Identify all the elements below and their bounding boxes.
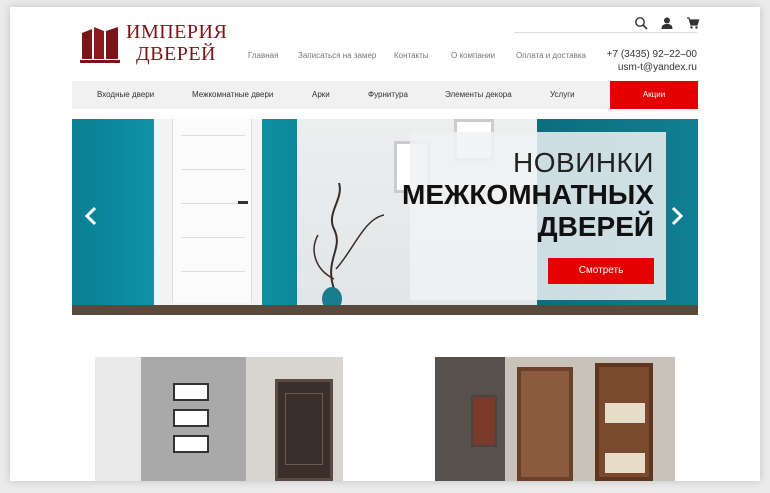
menu-item-hardware[interactable]: Фурнитура xyxy=(368,81,408,109)
door-handle xyxy=(238,201,248,204)
menu-item-arches[interactable]: Арки xyxy=(312,81,330,109)
nav-about[interactable]: О компании xyxy=(451,51,495,60)
site-logo[interactable]: ИМПЕРИЯ ДВЕРЕЙ xyxy=(80,21,230,69)
hero-heading-line-3: ДВЕРЕЙ xyxy=(537,211,654,242)
logo-line-1: ИМПЕРИЯ xyxy=(126,21,228,43)
menu-item-interior-doors[interactable]: Межкомнатные двери xyxy=(192,81,273,109)
cart-icon[interactable] xyxy=(686,16,700,30)
logo-line-2: ДВЕРЕЙ xyxy=(136,43,216,65)
nav-payment-delivery[interactable]: Оплата и доставка xyxy=(516,51,586,60)
category-card-entrance-doors[interactable] xyxy=(95,357,343,481)
slider-prev-arrow-icon[interactable] xyxy=(84,205,98,227)
hero-floor xyxy=(72,305,698,315)
nav-contacts[interactable]: Контакты xyxy=(394,51,429,60)
slider-next-arrow-icon[interactable] xyxy=(670,205,684,227)
logo-mark-icon xyxy=(80,27,120,63)
category-card-interior-doors[interactable] xyxy=(435,357,675,481)
hero-cta-button[interactable]: Смотреть xyxy=(548,258,654,284)
menu-item-entrance-doors[interactable]: Входные двери xyxy=(97,81,154,109)
email-address[interactable]: usm-t@yandex.ru xyxy=(607,61,697,74)
hero-heading-line-2: МЕЖКОМНАТНЫХ xyxy=(402,179,654,210)
hero-slider: НОВИНКИ МЕЖКОМНАТНЫХ ДВЕРЕЙ Смотреть xyxy=(72,119,698,315)
phone-number[interactable]: +7 (3435) 92–22–00 xyxy=(607,48,697,61)
hero-door-image xyxy=(172,119,252,303)
hero-heading-line-1: НОВИНКИ xyxy=(513,147,654,178)
interior-door-image-1 xyxy=(517,367,573,481)
search-icon[interactable] xyxy=(634,16,648,30)
menu-item-services[interactable]: Услуги xyxy=(550,81,575,109)
user-icon[interactable] xyxy=(660,16,674,30)
menu-item-promo[interactable]: Акции xyxy=(610,81,698,109)
contact-block: +7 (3435) 92–22–00 usm-t@yandex.ru xyxy=(607,48,697,74)
category-menu: Входные двери Межкомнатные двери Арки Фу… xyxy=(72,81,698,109)
header-divider xyxy=(514,32,697,33)
nav-home[interactable]: Главная xyxy=(248,51,278,60)
menu-item-decor[interactable]: Элементы декора xyxy=(445,81,512,109)
nav-measure[interactable]: Записаться на замер xyxy=(298,51,376,60)
header-icons xyxy=(634,16,700,30)
logo-text: ИМПЕРИЯ ДВЕРЕЙ xyxy=(126,21,227,65)
vase-decor-image xyxy=(313,182,385,309)
page: ИМПЕРИЯ ДВЕРЕЙ Главная Записаться на зам… xyxy=(10,7,760,481)
